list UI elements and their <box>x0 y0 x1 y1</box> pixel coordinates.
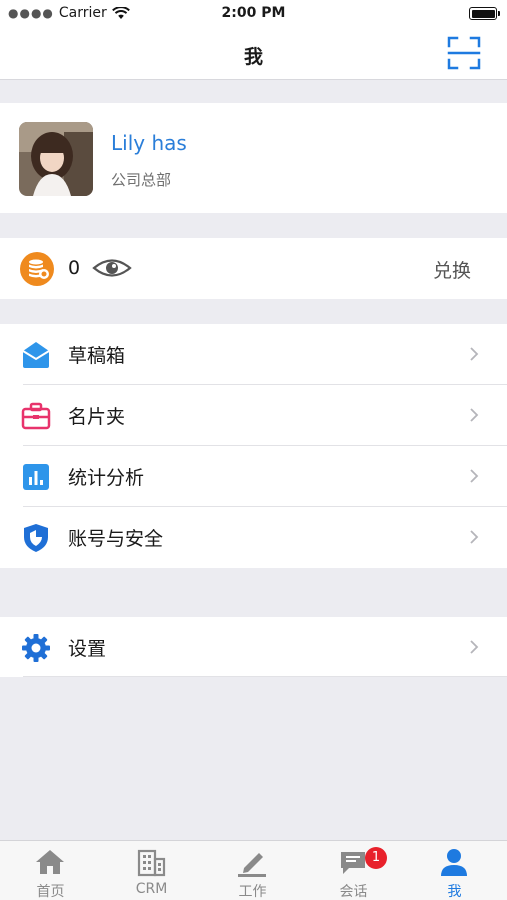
tab-home[interactable]: 首页 <box>0 841 101 900</box>
scan-icon[interactable] <box>447 36 481 70</box>
menu-item-settings[interactable]: 设置 <box>0 617 507 678</box>
menu-item-account-security[interactable]: 账号与安全 <box>0 507 507 568</box>
home-icon <box>36 850 64 874</box>
status-bar: ●●●● Carrier 2:00 PM <box>0 0 507 28</box>
exchange-button[interactable]: 兑换 <box>433 256 471 283</box>
shield-icon <box>24 524 48 552</box>
points-row: 0 兑换 <box>0 238 507 299</box>
chevron-right-icon <box>470 530 479 544</box>
menu-group: 草稿箱 名片夹 统计分析 账号与安全 <box>0 324 507 568</box>
tab-label: 首页 <box>36 884 65 900</box>
menu-item-label: 账号与安全 <box>68 528 164 550</box>
briefcase-icon <box>21 402 51 430</box>
chevron-right-icon <box>470 640 479 654</box>
building-icon <box>137 849 166 877</box>
tab-label: 会话 <box>339 884 368 900</box>
envelope-icon <box>22 342 50 368</box>
menu-item-drafts[interactable]: 草稿箱 <box>0 324 507 385</box>
eye-icon[interactable] <box>92 257 132 279</box>
page-title: 我 <box>243 46 263 68</box>
gear-icon <box>22 634 50 662</box>
menu-item-card-holder[interactable]: 名片夹 <box>0 385 507 446</box>
chevron-right-icon <box>470 347 479 361</box>
chevron-right-icon <box>470 408 479 422</box>
tab-bar: 首页 CRM 工作 1 会话 我 <box>0 840 507 900</box>
profile-department: 公司总部 <box>111 171 172 189</box>
menu-item-statistics[interactable]: 统计分析 <box>0 446 507 507</box>
profile-card[interactable]: Lily has 公司总部 <box>0 103 507 213</box>
bar-chart-icon <box>23 464 49 490</box>
divider <box>23 676 507 677</box>
tab-chat[interactable]: 1 会话 <box>303 841 404 900</box>
pencil-icon <box>238 853 266 877</box>
profile-name: Lily has <box>111 131 187 155</box>
menu-item-label: 草稿箱 <box>68 345 126 367</box>
tab-me[interactable]: 我 <box>404 841 505 900</box>
avatar <box>19 122 93 196</box>
tab-label: CRM <box>135 881 168 897</box>
tab-label: 我 <box>447 884 462 900</box>
battery-icon <box>469 7 500 20</box>
tab-label: 工作 <box>238 884 267 900</box>
status-time: 2:00 PM <box>221 5 286 21</box>
menu-item-label: 统计分析 <box>68 467 145 489</box>
settings-group: 设置 <box>0 617 507 677</box>
tab-crm[interactable]: CRM <box>101 841 202 900</box>
unread-badge: 1 <box>365 847 387 869</box>
nav-bar: 我 <box>0 28 507 80</box>
person-icon <box>441 849 467 876</box>
chat-icon <box>341 852 365 874</box>
chevron-right-icon <box>470 469 479 483</box>
coin-stack-icon <box>20 252 54 286</box>
tab-work[interactable]: 工作 <box>202 841 303 900</box>
menu-item-label: 名片夹 <box>68 406 126 428</box>
points-value: 0 <box>68 257 81 279</box>
menu-item-label: 设置 <box>68 638 107 660</box>
